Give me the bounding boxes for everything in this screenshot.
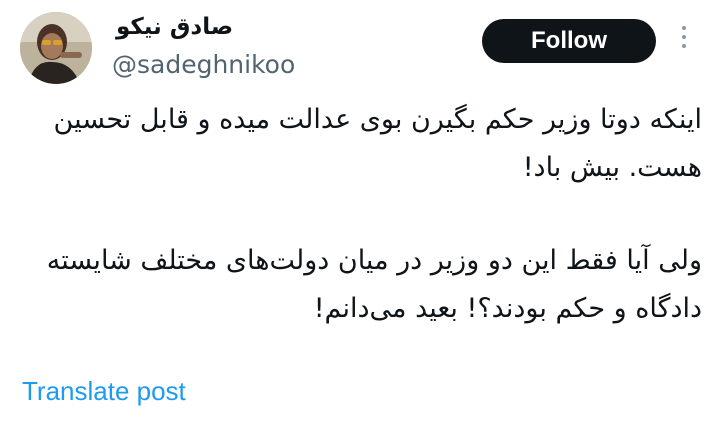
translate-post-link[interactable]: Translate post (22, 373, 186, 409)
user-handle[interactable]: @sadeghnikoo (112, 48, 295, 82)
display-name[interactable]: صادق نیکو (116, 10, 242, 44)
tweet-text: اینکه دوتا وزیر حکم بگیرن بوی عدالت میده… (12, 96, 702, 333)
more-vertical-icon[interactable] (676, 26, 692, 58)
avatar[interactable] (20, 12, 92, 84)
tweet-paragraph-1: اینکه دوتا وزیر حکم بگیرن بوی عدالت میده… (53, 104, 702, 183)
tweet-paragraph-2: ولی آیا فقط این دو وزیر در میان دولت‌های… (46, 245, 702, 324)
tweet-card: صادق نیکو @sadeghnikoo Follow اینکه دوتا… (0, 0, 720, 428)
avatar-image (20, 12, 92, 84)
follow-button[interactable]: Follow (482, 19, 656, 63)
